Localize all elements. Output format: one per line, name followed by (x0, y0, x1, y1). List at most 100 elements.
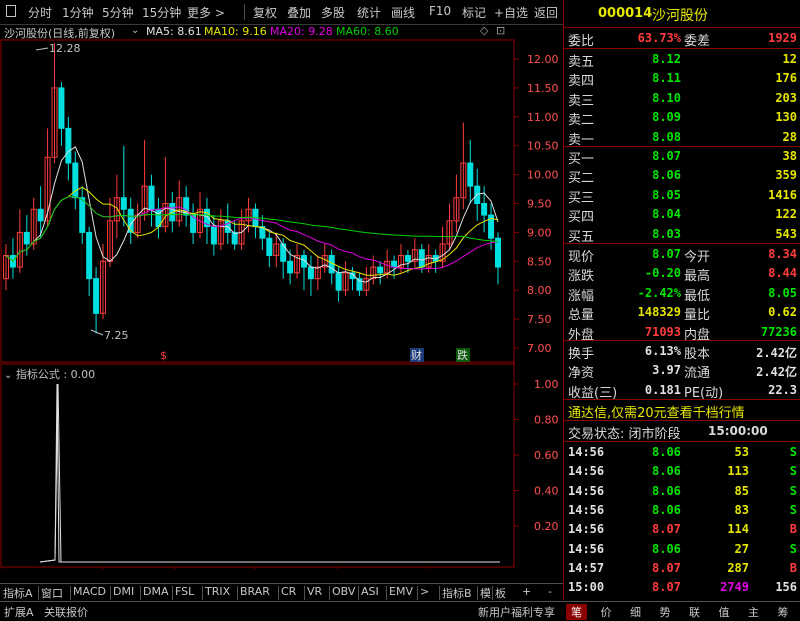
tick-time: 15:00 (568, 580, 605, 595)
toolbar-fenshi[interactable]: 分时 (28, 4, 52, 21)
tab-extend-a[interactable]: 扩展A (4, 604, 34, 620)
level-volume: 38 (782, 149, 797, 163)
panel-tab-7[interactable]: 筹 (773, 604, 794, 620)
level2-ad-link[interactable]: 通达信,仅需20元查看千档行情 (568, 402, 745, 421)
tab-separator (329, 586, 330, 600)
expand-icon[interactable]: ⊡ (496, 24, 505, 37)
candle-body (287, 260, 294, 274)
fund-label: 流通 (684, 366, 711, 382)
bottom-bar: 扩展A 关联报价 新用户福利专享 笔价细势联值主筹 (0, 601, 800, 621)
level-price: 8.12 (652, 52, 681, 66)
page-icon[interactable] (6, 5, 16, 17)
period-label[interactable]: 日线 (526, 568, 548, 569)
tab-related-quote[interactable]: 关联报价 (44, 604, 88, 620)
toolbar-more[interactable]: 更多 > (187, 4, 225, 21)
tab-15[interactable]: 模 (480, 585, 491, 601)
toolbar-back[interactable]: 返回 (534, 4, 558, 21)
tab-4[interactable]: DMA (143, 585, 169, 598)
toolbar-1min[interactable]: 1分钟 (62, 4, 94, 21)
tab-5[interactable]: FSL (175, 585, 194, 598)
panel-tab-1[interactable]: 价 (596, 604, 617, 620)
panel-tab-3[interactable]: 势 (655, 604, 676, 620)
price-tick-label: 9.00 (527, 226, 552, 239)
candle-body (418, 249, 425, 268)
candle-body (266, 237, 273, 257)
toolbar-huaxian[interactable]: 画线 (391, 4, 415, 21)
toolbar-fuquan[interactable]: 复权 (253, 4, 277, 21)
quote-label: 最高 (684, 269, 711, 285)
tab-9[interactable]: VR (307, 585, 322, 598)
tab-7[interactable]: BRAR (240, 585, 270, 598)
tick-side: B (789, 560, 797, 575)
tick-time: 14:56 (568, 541, 605, 556)
quote-panel: 000014 沙河股份 委比 63.73% 委差 1929 卖五 8.12 12 卖四… (563, 0, 800, 600)
toolbar-duogu[interactable]: 多股 (321, 4, 345, 21)
zoom-in-button[interactable]: + (522, 585, 531, 598)
tick-price: 8.06 (652, 445, 681, 459)
level-label: 卖一 (568, 132, 595, 148)
tick-time: 14:56 (568, 464, 605, 479)
quote-value: 77236 (760, 324, 797, 339)
fund-row: 换手 6.13% 股本 2.42亿 (564, 342, 800, 362)
level-volume: 359 (775, 168, 797, 183)
sell-row: 卖三 8.10 203 (564, 89, 800, 109)
toolbar-5min[interactable]: 5分钟 (102, 4, 134, 21)
toolbar-tongji[interactable]: 统计 (357, 4, 381, 21)
quote-value: 8.44 (768, 266, 797, 281)
tick-row: 14:56 8.06 27 S (564, 540, 800, 559)
price-tick-label: 8.50 (527, 255, 552, 268)
tab-11[interactable]: ASI (361, 585, 379, 598)
quote-label: 最低 (684, 288, 711, 304)
toolbar-biaoji[interactable]: 标记 (462, 4, 486, 21)
price-tick-label: 9.50 (527, 198, 552, 211)
tick-row: 14:56 8.07 114 B (564, 520, 800, 539)
indicator-header: ⌄ 指标公式 : 0.00 (4, 366, 95, 382)
panel-tab-2[interactable]: 细 (625, 604, 646, 620)
candle-body (79, 197, 86, 233)
toolbar-add-favorite[interactable]: +自选 (494, 4, 528, 21)
price-tick-label: 7.50 (527, 313, 552, 326)
tab-separator (70, 586, 71, 600)
panel-tab-6[interactable]: 主 (743, 604, 764, 620)
tab-6[interactable]: TRIX (205, 585, 230, 598)
level-volume: 122 (775, 207, 797, 222)
toolbar-f10[interactable]: F10 (429, 4, 451, 18)
candle-body (404, 255, 411, 262)
tab-13[interactable]: > (420, 585, 429, 598)
marker-cai[interactable]: 财 (411, 348, 422, 362)
tab-1[interactable]: 窗口 (41, 585, 63, 601)
fund-value: 6.13% (644, 344, 681, 358)
marker-s[interactable]: $ (160, 349, 167, 362)
fund-label: 收益(三) (568, 385, 618, 401)
zoom-out-button[interactable]: - (548, 585, 552, 598)
low-annotation: 7.25 (90, 329, 129, 342)
level-label: 买二 (568, 171, 595, 187)
tick-side: S (789, 464, 797, 479)
tab-3[interactable]: DMI (113, 585, 134, 598)
tab-12[interactable]: EMV (389, 585, 413, 598)
toolbar-diejia[interactable]: 叠加 (287, 4, 311, 21)
tab-16[interactable]: 板 (495, 585, 506, 601)
marker-die[interactable]: 跌 (457, 348, 468, 362)
tab-0[interactable]: 指标A (3, 585, 33, 601)
tab-10[interactable]: OBV (332, 585, 355, 598)
chevron-down-icon[interactable]: ⌄ (131, 25, 139, 36)
tab-8[interactable]: CR (281, 585, 296, 598)
tab-2[interactable]: MACD (73, 585, 106, 598)
panel-tab-0[interactable]: 笔 (566, 604, 587, 620)
level-price: 8.04 (652, 207, 681, 222)
panel-tab-5[interactable]: 值 (714, 604, 735, 620)
panel-tab-4[interactable]: 联 (684, 604, 705, 620)
indicator-tabbar: 指标A 窗口 MACD DMI DMA FSL TRIX BRAR CR VR OBV ASI EMV >… (0, 583, 563, 602)
chevron-down-icon[interactable]: ⌄ (4, 370, 12, 381)
promo-link[interactable]: 新用户福利专享 (478, 604, 555, 620)
tab-separator (439, 586, 440, 600)
fund-label: 股本 (684, 347, 711, 362)
tab-14[interactable]: 指标B (442, 585, 472, 601)
level-volume: 130 (775, 110, 797, 125)
candle-body (467, 162, 474, 187)
kline-chart[interactable]: 12.00 11.50 11.00 10.50 10.00 9.50 9.00 8.50 8.0… (0, 24, 563, 569)
diamond-icon[interactable]: ◇ (480, 24, 488, 37)
toolbar-15min[interactable]: 15分钟 (142, 4, 181, 21)
stock-name[interactable]: 沙河股份 (652, 5, 708, 25)
